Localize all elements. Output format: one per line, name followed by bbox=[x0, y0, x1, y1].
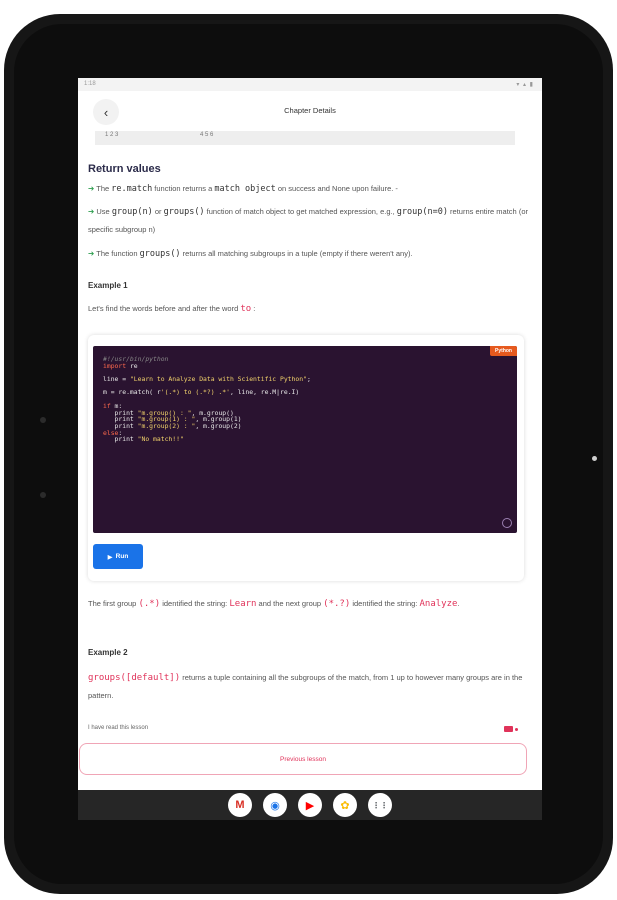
inline-code: re.match bbox=[111, 184, 153, 194]
code-text: line = bbox=[103, 375, 130, 384]
read-lesson-label: I have read this lesson bbox=[88, 725, 149, 731]
example-1-intro: Let's find the words before and after th… bbox=[88, 300, 533, 318]
code-lines: #!/usr/bin/python import re line = "Learn … bbox=[103, 356, 507, 443]
inline-code: match object bbox=[214, 184, 276, 194]
code-string: "m.group(2) : " bbox=[137, 421, 196, 430]
result-paragraph: The first group (.*) identified the stri… bbox=[88, 595, 533, 613]
bullet-text: Use bbox=[96, 207, 112, 216]
code-string: "No match!!" bbox=[137, 435, 184, 444]
app-drawer-icon[interactable]: ⋮⋮ bbox=[368, 793, 392, 817]
inline-code: groups([default]) bbox=[88, 673, 181, 683]
bullet-item: ➔ The re.match function returns a match … bbox=[88, 181, 528, 197]
inline-code: (*.?) bbox=[323, 599, 351, 609]
code-line: m = re.match( r'(.*) to (.*?) .*', line,… bbox=[103, 389, 507, 396]
status-icons: ▾ ▴ ▮ bbox=[516, 82, 534, 88]
inline-code: to bbox=[240, 304, 252, 314]
inline-code: group(n=0) bbox=[396, 207, 448, 217]
code-text: , m.group(2) bbox=[195, 421, 242, 430]
arrow-right-icon: ➔ bbox=[88, 184, 95, 193]
bullet-text: returns all matching subgroups in a tupl… bbox=[180, 249, 413, 258]
code-line: import re bbox=[103, 361, 507, 370]
chrome-icon[interactable]: ◉ bbox=[263, 793, 287, 817]
chrome-glyph: ◉ bbox=[270, 799, 280, 812]
bullet-text: The function bbox=[96, 249, 140, 258]
side-sensor-bottom bbox=[40, 492, 46, 498]
code-card: Python #!/usr/bin/python import re line = … bbox=[88, 335, 524, 581]
bullet-text: on success and None upon failure. - bbox=[275, 184, 398, 193]
result-text: . bbox=[457, 599, 460, 608]
code-string: "Learn to Analyze Data with Scientific P… bbox=[129, 375, 307, 384]
inline-code: Learn bbox=[229, 599, 257, 609]
front-camera bbox=[592, 456, 597, 461]
example-2-paragraph: groups([default]) returns a tuple contai… bbox=[88, 669, 533, 705]
status-bar: 1:18 ▾ ▴ ▮ bbox=[78, 78, 542, 91]
code-text: ; bbox=[306, 375, 311, 384]
inline-code: group(n) bbox=[111, 207, 153, 217]
code-line: line = "Learn to Analyze Data with Scien… bbox=[103, 376, 507, 383]
dock-bar: M ◉ ▶ ✿ ⋮⋮ bbox=[78, 790, 542, 820]
bullet-text: or bbox=[152, 207, 164, 216]
bullet-text: function returns a bbox=[152, 184, 215, 193]
code-block[interactable]: Python #!/usr/bin/python import re line = … bbox=[93, 346, 517, 533]
bullet-text: function of match object to get matched … bbox=[204, 207, 397, 216]
photos-icon[interactable]: ✿ bbox=[333, 793, 357, 817]
youtube-glyph: ▶ bbox=[305, 799, 315, 812]
table-cell: 1 2 3 bbox=[105, 132, 119, 138]
return-values-heading: Return values bbox=[88, 163, 161, 175]
lesson-content[interactable]: 1 2 3 4 5 6 Return values ➔ The re.match… bbox=[78, 131, 542, 711]
code-keyword: import bbox=[103, 361, 127, 370]
example-2-heading: Example 2 bbox=[88, 648, 128, 657]
photos-glyph: ✿ bbox=[340, 799, 350, 812]
code-text: print bbox=[103, 435, 138, 444]
result-text: The first group bbox=[88, 599, 139, 608]
run-label: Run bbox=[115, 553, 129, 560]
youtube-icon[interactable]: ▶ bbox=[298, 793, 322, 817]
app-bar: ‹ Chapter Details bbox=[78, 91, 542, 131]
inline-code: groups() bbox=[139, 249, 181, 259]
status-time: 1:18 bbox=[84, 81, 96, 87]
code-text: , line, re.M|re.I) bbox=[229, 388, 300, 397]
intro-text: : bbox=[253, 304, 256, 313]
result-text: and the next group bbox=[256, 599, 324, 608]
inline-code: groups() bbox=[163, 207, 205, 217]
gmail-glyph: M bbox=[235, 799, 245, 811]
side-sensor-top bbox=[40, 417, 46, 423]
copy-icon[interactable] bbox=[502, 518, 512, 528]
play-icon: ▶ bbox=[107, 553, 113, 561]
arrow-right-icon: ➔ bbox=[88, 207, 95, 216]
run-button[interactable]: ▶ Run bbox=[93, 544, 143, 569]
code-line: #!/usr/bin/python bbox=[103, 356, 507, 363]
code-text: m = re.match( r bbox=[103, 388, 161, 397]
code-line: print "m.group(2) : ", m.group(2) bbox=[103, 423, 507, 430]
previous-lesson-button[interactable]: Previous lesson bbox=[79, 743, 527, 775]
bullet-item: ➔ Use group(n) or groups() function of m… bbox=[88, 203, 528, 239]
inline-code: Analyze bbox=[419, 599, 458, 609]
result-text: identified the string: bbox=[350, 599, 420, 608]
language-badge: Python bbox=[490, 346, 517, 356]
code-text: re bbox=[126, 361, 138, 370]
read-toggle-dot bbox=[515, 728, 518, 731]
example-1-heading: Example 1 bbox=[88, 281, 128, 290]
page-title: Chapter Details bbox=[284, 106, 336, 115]
bullet-item: ➔ The function groups() returns all matc… bbox=[88, 246, 528, 262]
device-screen: 1:18 ▾ ▴ ▮ ‹ Chapter Details 1 2 3 4 5 6… bbox=[78, 78, 542, 820]
inline-code: (.*) bbox=[138, 599, 161, 609]
app-drawer-glyph: ⋮⋮ bbox=[372, 800, 388, 810]
gmail-icon[interactable]: M bbox=[228, 793, 252, 817]
code-string: '(.*) to (.*?) .*' bbox=[160, 388, 230, 397]
arrow-right-icon: ➔ bbox=[88, 249, 95, 258]
intro-text: Let's find the words before and after th… bbox=[88, 304, 241, 313]
table-cell: 4 5 6 bbox=[200, 132, 214, 138]
bullet-text: The bbox=[96, 184, 112, 193]
read-toggle-icon[interactable] bbox=[504, 726, 513, 732]
code-line: print "No match!!" bbox=[103, 436, 507, 443]
table-remnant: 1 2 3 4 5 6 bbox=[95, 131, 515, 145]
result-text: identified the string: bbox=[160, 599, 230, 608]
